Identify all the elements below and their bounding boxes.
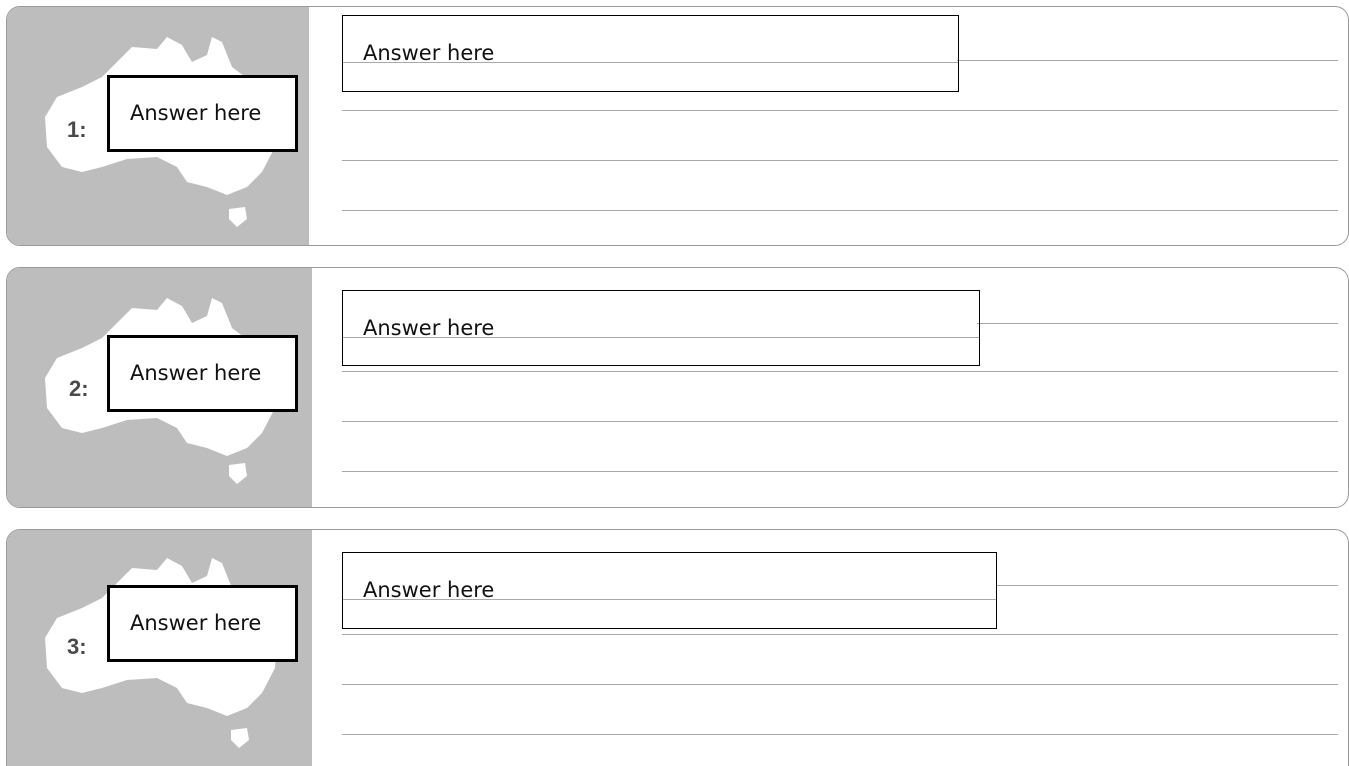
answer-rule [343,599,996,600]
answer-rule [343,62,958,63]
answer-rule [342,160,1338,161]
answer-rule [342,634,1338,635]
question-number: 3: [67,634,87,659]
answer-rule [342,734,1338,735]
answer-rule [342,471,1338,472]
answer-rule [957,60,1338,61]
map-answer-field[interactable]: Answer here [107,335,298,412]
answer-rule [342,110,1338,111]
answer-rule [342,210,1338,211]
answer-rule [342,684,1338,685]
answer-rule [342,421,1338,422]
map-answer-field[interactable]: Answer here [107,585,298,662]
answer-rule [342,371,1338,372]
answer-rule [977,323,1338,324]
map-answer-field[interactable]: Answer here [107,75,298,152]
text-answer-field[interactable]: Answer here [342,15,959,92]
question-number: 1: [67,117,87,142]
text-answer-field[interactable]: Answer here [342,290,980,366]
text-answer-field[interactable]: Answer here [342,552,997,629]
answer-rule [343,337,979,338]
answer-rule [997,585,1338,586]
question-number: 2: [69,376,89,401]
